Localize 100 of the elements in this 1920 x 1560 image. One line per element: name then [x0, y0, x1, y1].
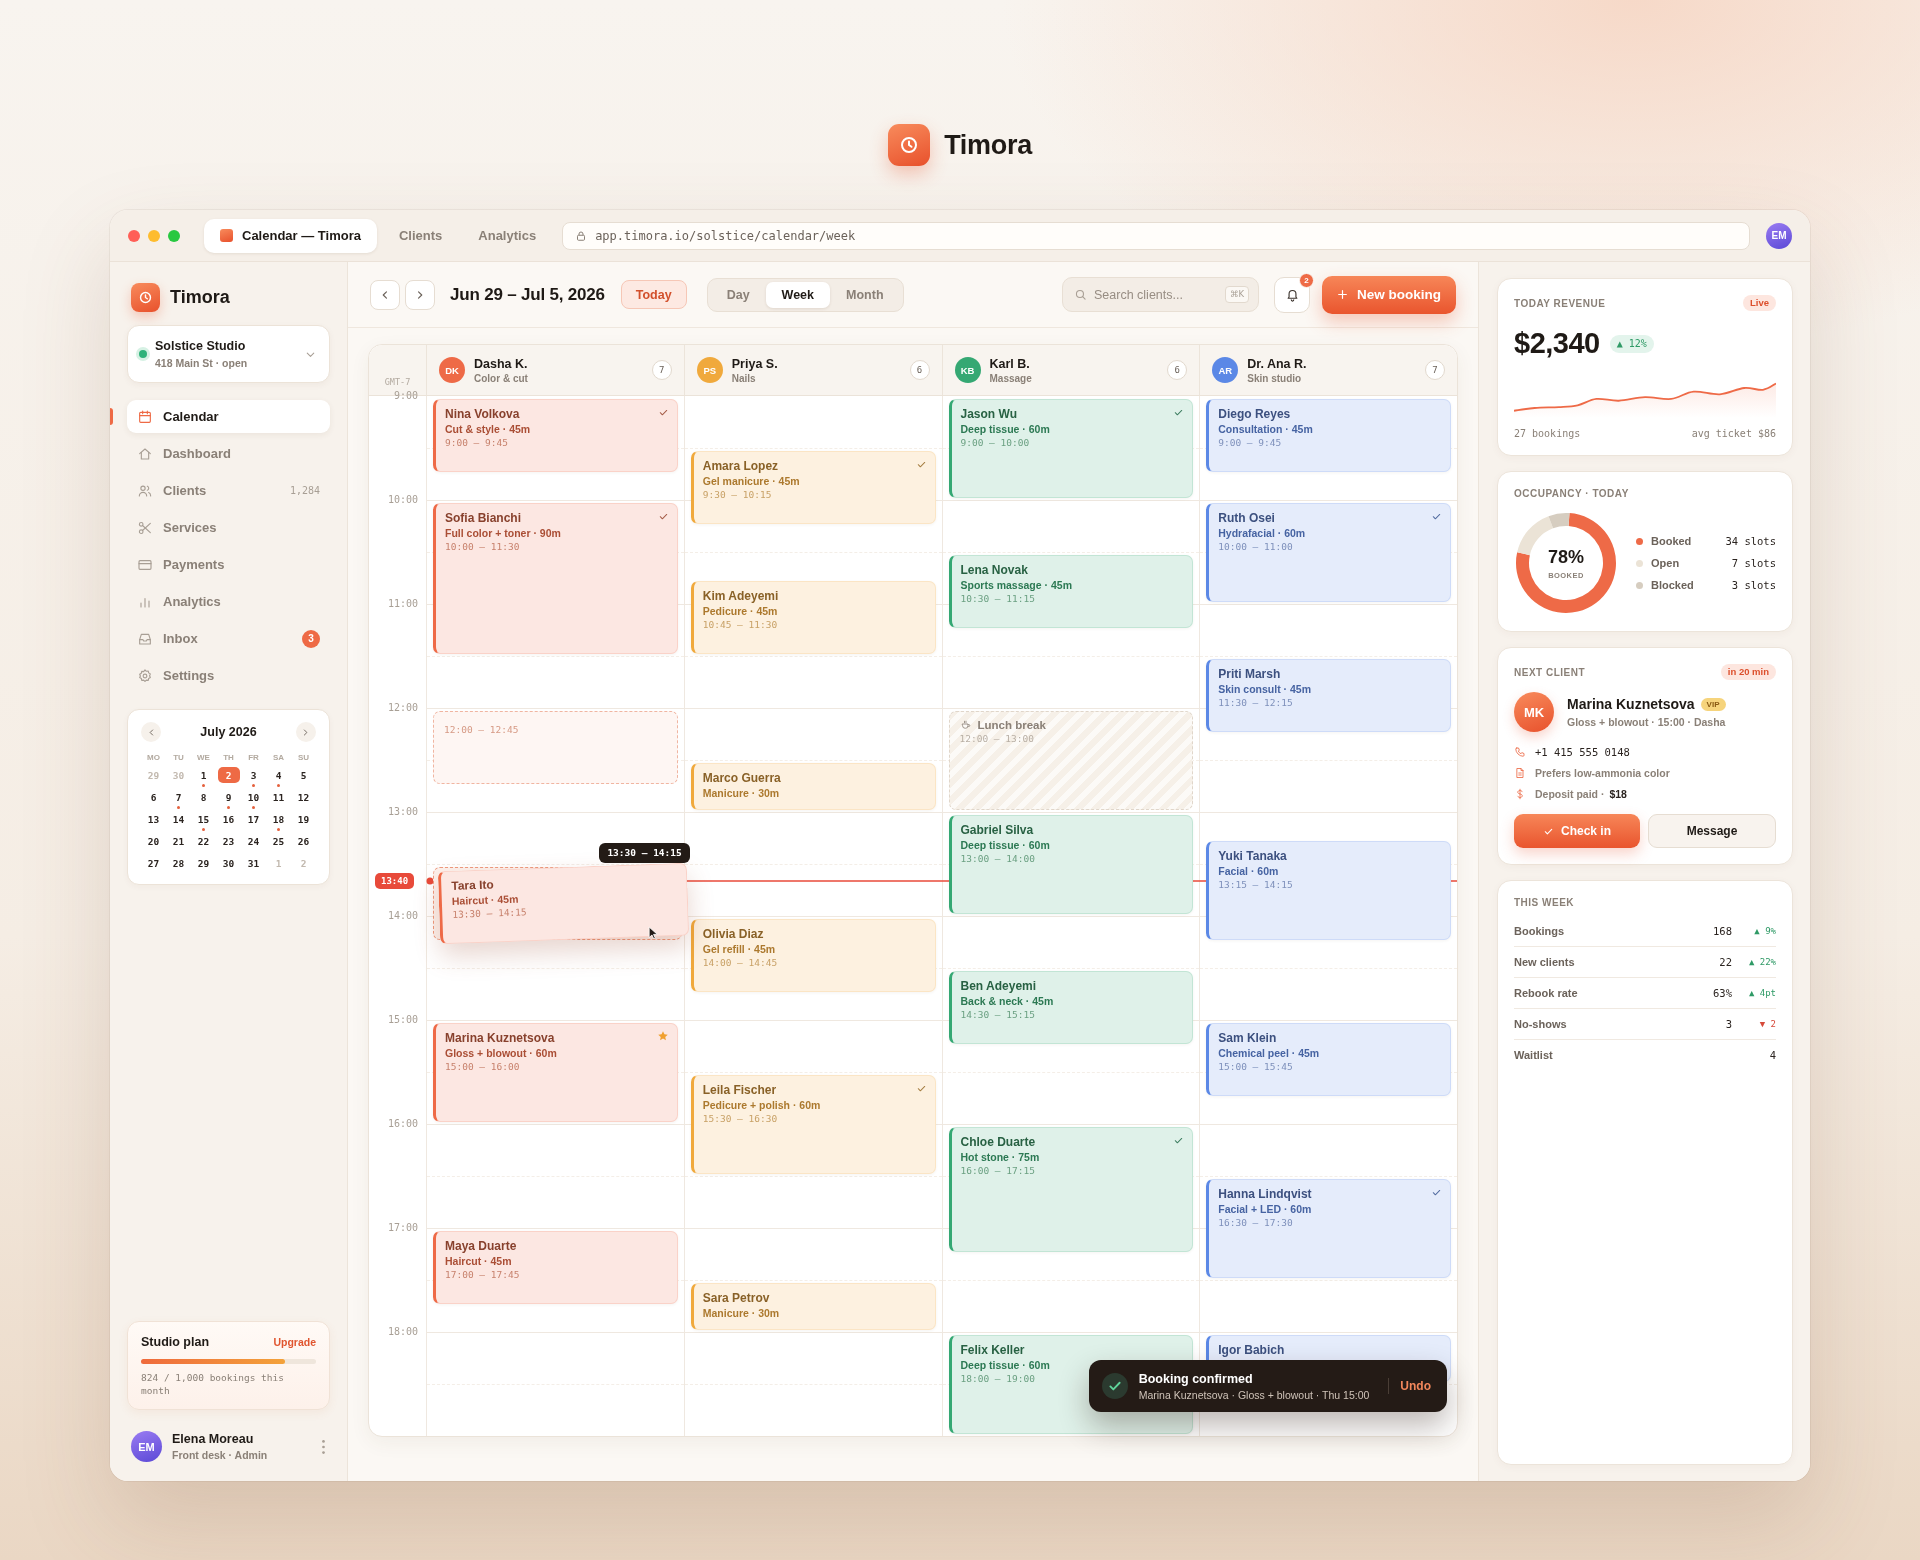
appointment-card[interactable]: Ruth Osei Hydrafacial · 60m 10:00 – 11:00 — [1206, 503, 1451, 602]
appointment-card[interactable]: Marco Guerra Manicure · 30m — [690, 763, 936, 810]
calendar-day[interactable]: 23 — [216, 832, 241, 854]
calendar-day[interactable]: 5 — [291, 766, 316, 788]
calendar-day[interactable]: 14 — [166, 810, 191, 832]
calendar-day[interactable]: 13 — [141, 810, 166, 832]
brand-name: Timora — [170, 286, 230, 308]
calendar-day[interactable]: 22 — [191, 832, 216, 854]
nav-item[interactable]: Clients 1,284 — [127, 474, 330, 507]
appointment-card[interactable]: Sara Petrov Manicure · 30m — [690, 1283, 936, 1330]
more-icon[interactable] — [321, 1438, 326, 1455]
hour-label: 17:00 — [387, 1221, 418, 1235]
calendar-day[interactable]: 21 — [166, 832, 191, 854]
calendar-day[interactable]: 30 — [216, 854, 241, 876]
window-close-icon[interactable] — [128, 229, 140, 242]
time-label: 9:00 – 9:45 — [1218, 436, 1282, 450]
calendar-day[interactable]: 11 — [266, 788, 291, 810]
appointment-card[interactable]: Maya Duarte Haircut · 45m 17:00 – 17:45 — [433, 1231, 678, 1304]
nav-item[interactable]: Settings — [127, 659, 330, 692]
service-label: Gel refill · 45m — [702, 942, 776, 956]
undo-button[interactable]: Undo — [1400, 1379, 1431, 1393]
appointment-card[interactable]: Amara Lopez Gel manicure · 45m 9:30 – 10:15 — [690, 451, 936, 524]
prev-month-button[interactable] — [141, 722, 161, 742]
nav-item[interactable]: Analytics — [127, 585, 330, 618]
legend-value: 3 slots — [1731, 579, 1776, 591]
calendar-day[interactable]: 25 — [266, 832, 291, 854]
hour-label: 14:00 — [387, 909, 418, 923]
brand-name: Timora — [944, 129, 1032, 161]
client-avatar: MK — [1514, 692, 1554, 732]
browser-tab[interactable]: Clients — [384, 218, 457, 253]
calendar-day[interactable]: 7 — [166, 788, 191, 810]
appointment-card[interactable]: Hanna Lindqvist Facial + LED · 60m 16:30 – 17:30 — [1206, 1179, 1451, 1278]
upgrade-link[interactable]: Upgrade — [273, 1336, 316, 1349]
appointment-card[interactable]: Lena Novak Sports massage · 45m 10:30 – 11:15 — [948, 555, 1194, 628]
appointment-card[interactable]: Sofia Bianchi Full color + toner · 90m 10:00 – 11:30 — [433, 503, 678, 654]
calendar-day[interactable]: 28 — [166, 854, 191, 876]
calendar-day[interactable]: 31 — [241, 854, 266, 876]
nav-item[interactable]: Inbox 3 — [127, 622, 330, 655]
dragged-appointment-card[interactable]: Tara Ito Haircut · 45m 13:30 – 14:15 — [437, 862, 689, 945]
staff-name: Dasha K. — [474, 356, 529, 371]
info-text: Prefers low-ammonia color — [1535, 767, 1670, 779]
appointment-card[interactable]: Jason Wu Deep tissue · 60m 9:00 – 10:00 — [948, 399, 1194, 498]
window-maximize-icon[interactable] — [168, 229, 180, 242]
calendar-day[interactable]: 8 — [191, 788, 216, 810]
date-range-title: Jun 29 – Jul 5, 2026 — [450, 284, 605, 305]
next-week-button[interactable] — [405, 279, 435, 310]
window-minimize-icon[interactable] — [148, 229, 160, 242]
calendar-day[interactable]: 3 — [241, 766, 266, 788]
user-avatar[interactable]: EM — [131, 1431, 162, 1462]
calendar-day[interactable]: 29 — [191, 854, 216, 876]
calendar-day[interactable]: 16 — [216, 810, 241, 832]
browser-tab[interactable]: Calendar — Timora — [204, 218, 377, 253]
weekday-label: FR — [247, 752, 260, 764]
staff-avatar: PS — [696, 357, 723, 383]
calendar-day[interactable]: 10 — [241, 788, 266, 810]
staff-name: Karl B. — [989, 356, 1031, 371]
appointment-count: 6 — [1167, 360, 1188, 380]
calendar-day[interactable]: 15 — [191, 810, 216, 832]
appointment-card[interactable]: Leila Fischer Pedicure + polish · 60m 15:30 – 16:30 — [690, 1075, 936, 1174]
appointment-card[interactable]: Diego Reyes Consultation · 45m 9:00 – 9:45 — [1206, 399, 1451, 472]
calendar-day[interactable]: 19 — [291, 810, 316, 832]
appointment-card[interactable]: Chloe Duarte Hot stone · 75m 16:00 – 17:15 — [948, 1127, 1194, 1252]
client-name: Amara Lopez — [702, 459, 779, 474]
appointment-card[interactable]: Yuki Tanaka Facial · 60m 13:15 – 14:15 — [1206, 841, 1451, 940]
appointment-card[interactable]: Sam Klein Chemical peel · 45m 15:00 – 15:45 — [1206, 1023, 1451, 1096]
message-button[interactable]: Message — [1648, 814, 1776, 848]
today-button[interactable]: Today — [620, 280, 687, 309]
calendar-day[interactable]: 26 — [291, 832, 316, 854]
prev-week-button[interactable] — [370, 279, 400, 310]
calendar-day[interactable]: 4 — [266, 766, 291, 788]
appointment-card[interactable]: Priti Marsh Skin consult · 45m 11:30 – 12:15 — [1206, 659, 1451, 732]
calendar-day[interactable]: 1 — [191, 766, 216, 788]
staff-avatar: AR — [1212, 357, 1239, 383]
nav-item[interactable]: Payments — [127, 548, 330, 581]
check-icon — [915, 1083, 927, 1094]
appointment-card[interactable]: Olivia Diaz Gel refill · 45m 14:00 – 14:45 — [690, 919, 936, 992]
appointment-card[interactable]: Marina Kuznetsova Gloss + blowout · 60m 15:00 – 16:00 — [433, 1023, 678, 1122]
next-month-button[interactable] — [296, 722, 316, 742]
appointment-card[interactable]: Nina Volkova Cut & style · 45m 9:00 – 9:45 — [433, 399, 678, 472]
calendar-day[interactable]: 9 — [216, 788, 241, 810]
calendar-day[interactable]: 12 — [291, 788, 316, 810]
user-avatar[interactable]: EM — [1766, 222, 1792, 249]
calendar-day[interactable]: 24 — [241, 832, 266, 854]
card-title: NEXT CLIENT — [1514, 666, 1586, 678]
calendar-day[interactable]: 27 — [141, 854, 166, 876]
calendar-day[interactable]: 18 — [266, 810, 291, 832]
stat-label: New clients — [1514, 956, 1576, 968]
calendar-day[interactable]: 6 — [141, 788, 166, 810]
hour-label: 10:00 — [387, 493, 418, 507]
appointment-card[interactable]: Gabriel Silva Deep tissue · 60m 13:00 – 14:00 — [948, 815, 1194, 914]
view-tab[interactable]: Week — [765, 281, 831, 308]
appointment-card[interactable]: Ben Adeyemi Back & neck · 45m 14:30 – 15:15 — [948, 971, 1194, 1044]
calendar-day[interactable]: 20 — [141, 832, 166, 854]
nav-item[interactable]: Dashboard — [127, 437, 330, 470]
studio-switcher[interactable]: Solstice Studio 418 Main St · open — [127, 325, 330, 383]
calendar-day[interactable]: 17 — [241, 810, 266, 832]
address-field[interactable]: app.timora.io/solstice/calendar/week — [562, 221, 1750, 250]
nav-item[interactable]: Services — [127, 511, 330, 544]
booking-dot-icon — [202, 784, 205, 787]
appointment-card[interactable]: Kim Adeyemi Pedicure · 45m 10:45 – 11:30 — [690, 581, 936, 654]
